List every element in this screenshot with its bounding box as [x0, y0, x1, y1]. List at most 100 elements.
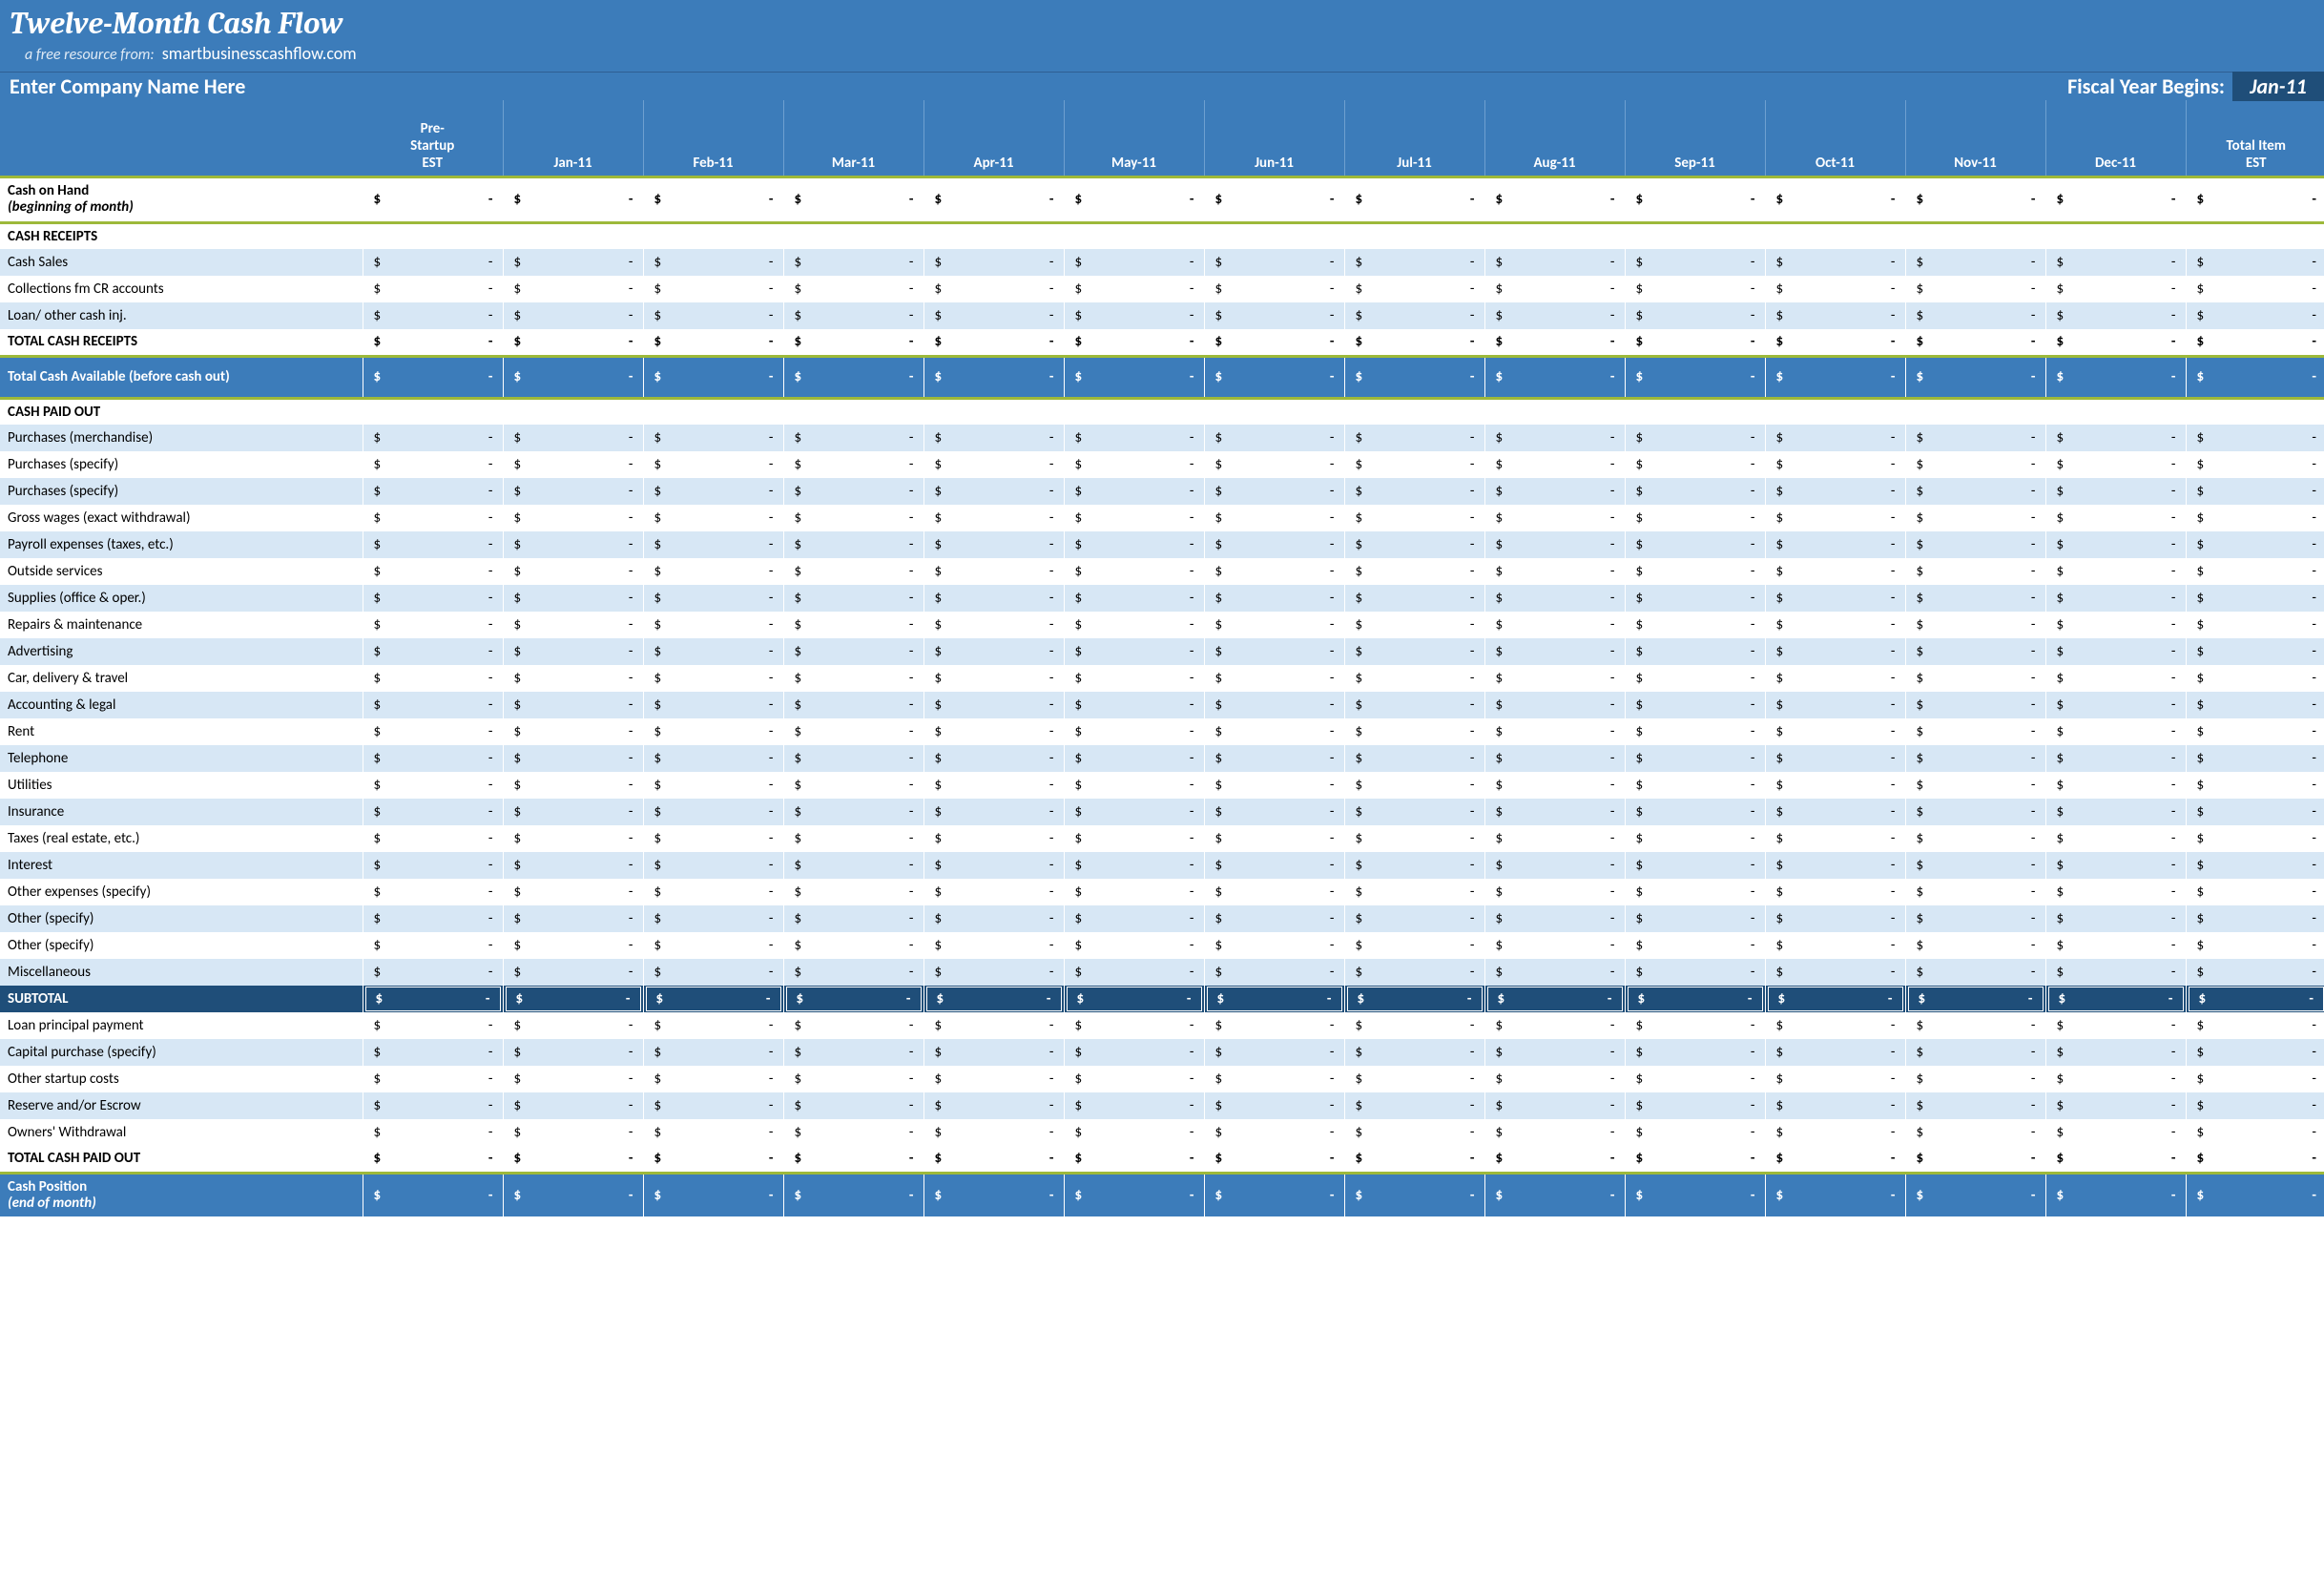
value-cell[interactable]: $-: [1344, 799, 1484, 825]
value-cell[interactable]: $-: [783, 1012, 923, 1039]
value-cell[interactable]: $-: [503, 825, 643, 852]
value-cell[interactable]: $-: [2186, 772, 2324, 799]
value-cell[interactable]: $-: [1064, 276, 1204, 302]
value-cell[interactable]: $-: [1484, 772, 1625, 799]
value-cell[interactable]: $-: [1625, 302, 1765, 329]
value-cell[interactable]: $-: [2045, 425, 2186, 451]
value-cell[interactable]: $-: [2045, 825, 2186, 852]
value-cell[interactable]: $-: [1625, 1066, 1765, 1092]
value-cell[interactable]: $-: [783, 959, 923, 986]
value-cell[interactable]: $-: [783, 932, 923, 959]
value-cell[interactable]: $-: [363, 1092, 503, 1119]
value-cell[interactable]: $-: [503, 425, 643, 451]
value-cell[interactable]: $-: [783, 558, 923, 585]
value-cell[interactable]: $-: [2186, 177, 2324, 222]
value-cell[interactable]: $-: [783, 905, 923, 932]
value-cell[interactable]: $-: [643, 852, 783, 879]
value-cell[interactable]: $-: [1204, 799, 1344, 825]
value-cell[interactable]: $-: [1625, 276, 1765, 302]
value-cell[interactable]: $-: [643, 692, 783, 718]
value-cell[interactable]: $-: [643, 302, 783, 329]
value-cell[interactable]: $-: [1484, 638, 1625, 665]
value-cell[interactable]: $-: [1765, 505, 1905, 531]
value-cell[interactable]: $-: [1064, 531, 1204, 558]
value-cell[interactable]: $-: [1484, 718, 1625, 745]
value-cell[interactable]: $-: [1064, 852, 1204, 879]
value-cell[interactable]: $-: [503, 772, 643, 799]
value-cell[interactable]: $-: [2045, 1012, 2186, 1039]
value-cell[interactable]: $-: [1765, 905, 1905, 932]
value-cell[interactable]: $-: [1625, 505, 1765, 531]
value-cell[interactable]: $-: [1204, 932, 1344, 959]
value-cell[interactable]: $-: [1905, 825, 2045, 852]
value-cell[interactable]: $-: [1204, 692, 1344, 718]
value-cell[interactable]: $-: [363, 879, 503, 905]
value-cell[interactable]: $-: [1905, 177, 2045, 222]
value-cell[interactable]: $-: [923, 302, 1064, 329]
value-cell[interactable]: $-: [783, 425, 923, 451]
value-cell[interactable]: $-: [923, 825, 1064, 852]
value-cell[interactable]: $-: [2186, 612, 2324, 638]
value-cell[interactable]: $-: [643, 531, 783, 558]
value-cell[interactable]: $-: [2045, 558, 2186, 585]
value-cell[interactable]: $-: [2186, 1092, 2324, 1119]
value-cell[interactable]: $-: [1905, 692, 2045, 718]
value-cell[interactable]: $-: [923, 451, 1064, 478]
value-cell[interactable]: $-: [783, 478, 923, 505]
value-cell[interactable]: $-: [1064, 425, 1204, 451]
value-cell[interactable]: $-: [2045, 585, 2186, 612]
value-cell[interactable]: $-: [1625, 1119, 1765, 1146]
value-cell[interactable]: $-: [363, 799, 503, 825]
value-cell[interactable]: $-: [2186, 718, 2324, 745]
value-cell[interactable]: $-: [1204, 745, 1344, 772]
value-cell[interactable]: $-: [1344, 932, 1484, 959]
value-cell[interactable]: $-: [363, 451, 503, 478]
value-cell[interactable]: $-: [1765, 852, 1905, 879]
value-cell[interactable]: $-: [923, 1012, 1064, 1039]
value-cell[interactable]: $-: [923, 531, 1064, 558]
value-cell[interactable]: $-: [923, 772, 1064, 799]
value-cell[interactable]: $-: [783, 1066, 923, 1092]
value-cell[interactable]: $-: [503, 1119, 643, 1146]
value-cell[interactable]: $-: [643, 799, 783, 825]
value-cell[interactable]: $-: [1204, 1092, 1344, 1119]
value-cell[interactable]: $-: [2045, 879, 2186, 905]
value-cell[interactable]: $-: [1765, 745, 1905, 772]
value-cell[interactable]: $-: [2186, 249, 2324, 276]
value-cell[interactable]: $-: [1765, 276, 1905, 302]
value-cell[interactable]: $-: [363, 852, 503, 879]
value-cell[interactable]: $-: [1204, 1039, 1344, 1066]
value-cell[interactable]: $-: [783, 505, 923, 531]
value-cell[interactable]: $-: [783, 879, 923, 905]
value-cell[interactable]: $-: [2186, 745, 2324, 772]
value-cell[interactable]: $-: [1484, 478, 1625, 505]
value-cell[interactable]: $-: [2186, 692, 2324, 718]
value-cell[interactable]: $-: [1344, 1092, 1484, 1119]
value-cell[interactable]: $-: [2045, 1119, 2186, 1146]
value-cell[interactable]: $-: [1484, 531, 1625, 558]
value-cell[interactable]: $-: [1344, 249, 1484, 276]
value-cell[interactable]: $-: [2045, 451, 2186, 478]
value-cell[interactable]: $-: [2045, 505, 2186, 531]
value-cell[interactable]: $-: [2186, 1066, 2324, 1092]
value-cell[interactable]: $-: [2045, 959, 2186, 986]
value-cell[interactable]: $-: [1344, 1039, 1484, 1066]
value-cell[interactable]: $-: [783, 531, 923, 558]
value-cell[interactable]: $-: [1765, 302, 1905, 329]
value-cell[interactable]: $-: [1625, 425, 1765, 451]
value-cell[interactable]: $-: [2186, 531, 2324, 558]
value-cell[interactable]: $-: [643, 932, 783, 959]
value-cell[interactable]: $-: [2186, 799, 2324, 825]
value-cell[interactable]: $-: [1064, 959, 1204, 986]
value-cell[interactable]: $-: [1204, 905, 1344, 932]
value-cell[interactable]: $-: [783, 1119, 923, 1146]
value-cell[interactable]: $-: [643, 959, 783, 986]
value-cell[interactable]: $-: [503, 531, 643, 558]
value-cell[interactable]: $-: [1905, 276, 2045, 302]
value-cell[interactable]: $-: [2045, 745, 2186, 772]
value-cell[interactable]: $-: [363, 425, 503, 451]
value-cell[interactable]: $-: [1344, 852, 1484, 879]
value-cell[interactable]: $-: [363, 745, 503, 772]
value-cell[interactable]: $-: [1905, 478, 2045, 505]
value-cell[interactable]: $-: [1344, 558, 1484, 585]
